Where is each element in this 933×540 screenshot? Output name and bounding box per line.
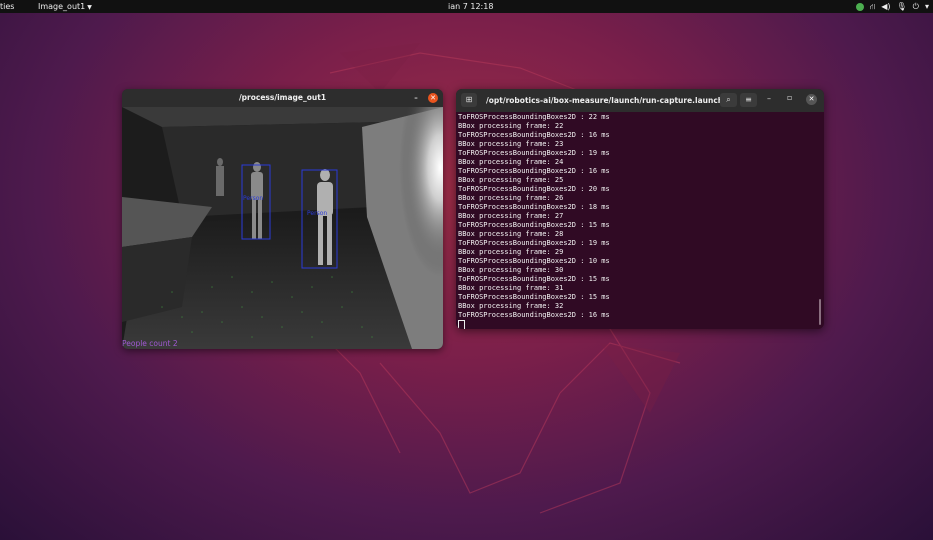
terminal-line: ToFROSProcessBoundingBoxes2D : 10 ms (458, 257, 610, 265)
app-menu[interactable]: Image_out1 ▼ (38, 0, 92, 14)
terminal-line: BBox processing frame: 30 (458, 266, 564, 274)
terminal-output[interactable]: ToFROSProcessBoundingBoxes2D : 22 ms BBox… (458, 113, 813, 329)
terminal-line: BBox processing frame: 32 (458, 302, 564, 310)
microphone-icon: 🎙 (896, 2, 907, 11)
terminal-line: ToFROSProcessBoundingBoxes2D : 20 ms (458, 185, 610, 193)
people-count: People count 2 (122, 339, 178, 348)
camera-feed: Person Person (122, 107, 443, 349)
terminal-line: ToFROSProcessBoundingBoxes2D : 19 ms (458, 149, 610, 157)
terminal-line: ToFROSProcessBoundingBoxes2D : 16 ms (458, 131, 610, 139)
terminal-line: ToFROSProcessBoundingBoxes2D : 16 ms (458, 311, 610, 319)
terminal-line: ToFROSProcessBoundingBoxes2D : 15 ms (458, 293, 610, 301)
terminal-line: ToFROSProcessBoundingBoxes2D : 15 ms (458, 275, 610, 283)
top-bar: ties Image_out1 ▼ ian 7 12:18 ⛙ ◀) 🎙 ⏻ ▾ (0, 0, 933, 13)
minimize-icon[interactable]: – (411, 93, 421, 103)
minimize-icon[interactable]: – (767, 94, 771, 103)
status-indicator-icon[interactable] (855, 2, 864, 11)
bbox-label: Person (243, 195, 263, 202)
terminal-line: ToFROSProcessBoundingBoxes2D : 15 ms (458, 221, 610, 229)
activities-button[interactable]: ties (0, 0, 14, 13)
terminal-line: ToFROSProcessBoundingBoxes2D : 16 ms (458, 167, 610, 175)
terminal-line: BBox processing frame: 24 (458, 158, 564, 166)
search-icon[interactable]: ⌕ (720, 93, 737, 107)
window-title: /process/image_out1 (238, 93, 327, 102)
scrollbar[interactable] (819, 299, 821, 325)
terminal-titlebar[interactable]: ⊞ /opt/robotics-ai/box-measure/launch/ru… (456, 89, 824, 112)
terminal-title: /opt/robotics-ai/box-measure/launch/run-… (486, 96, 721, 105)
close-icon[interactable]: ✕ (428, 93, 438, 103)
terminal-line: BBox processing frame: 28 (458, 230, 564, 238)
terminal-line: BBox processing frame: 23 (458, 140, 564, 148)
hamburger-menu-icon[interactable]: ≡ (740, 93, 757, 107)
app-menu-label: Image_out1 (38, 2, 86, 11)
terminal-line: BBox processing frame: 22 (458, 122, 564, 130)
image-window[interactable]: /process/image_out1 – ✕ Person Person Pe… (122, 89, 443, 349)
maximize-icon[interactable]: ▫ (787, 93, 792, 102)
terminal-line: BBox processing frame: 29 (458, 248, 564, 256)
system-tray[interactable]: ⛙ ◀) 🎙 ⏻ ▾ (855, 0, 929, 13)
terminal-line: ToFROSProcessBoundingBoxes2D : 22 ms (458, 113, 610, 121)
terminal-line: BBox processing frame: 26 (458, 194, 564, 202)
terminal-line: BBox processing frame: 27 (458, 212, 564, 220)
close-icon[interactable]: ✕ (806, 94, 817, 105)
volume-icon: ◀) (881, 2, 891, 11)
terminal-line: BBox processing frame: 25 (458, 176, 564, 184)
chevron-down-icon: ▼ (87, 4, 92, 11)
terminal-line: ToFROSProcessBoundingBoxes2D : 19 ms (458, 239, 610, 247)
terminal-window[interactable]: ⊞ /opt/robotics-ai/box-measure/launch/ru… (456, 89, 824, 329)
clock[interactable]: ian 7 12:18 (448, 0, 493, 13)
text-cursor (458, 320, 465, 329)
terminal-line: BBox processing frame: 31 (458, 284, 564, 292)
bbox-label: Person (307, 210, 327, 217)
terminal-prompt[interactable] (458, 320, 813, 329)
power-icon: ⏻ (912, 2, 919, 11)
chevron-down-icon: ▾ (924, 2, 929, 11)
terminal-line: ToFROSProcessBoundingBoxes2D : 18 ms (458, 203, 610, 211)
network-icon: ⛙ (869, 2, 876, 11)
terminal-tab-icon[interactable]: ⊞ (461, 93, 477, 107)
window-titlebar[interactable]: /process/image_out1 – ✕ (122, 89, 443, 107)
